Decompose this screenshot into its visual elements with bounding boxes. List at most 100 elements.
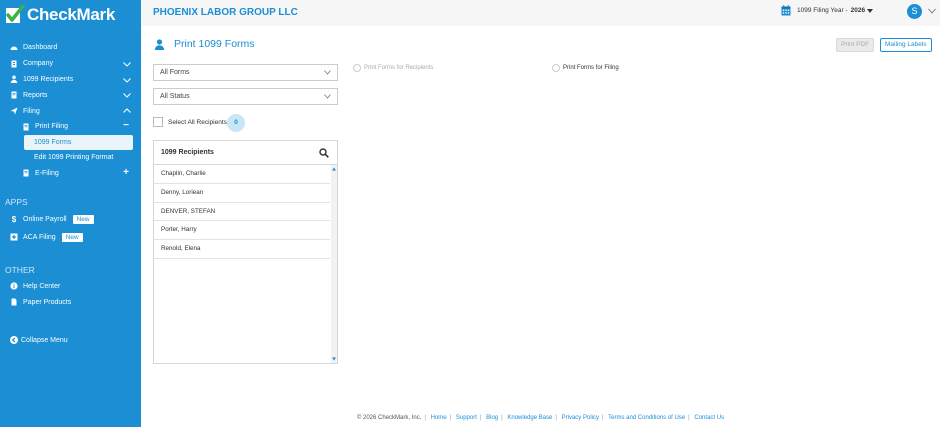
sidebar-item-label: Paper Products	[23, 298, 72, 306]
footer-link-home[interactable]: Home	[431, 415, 447, 421]
form-type-select[interactable]: All Forms	[153, 64, 338, 81]
select-all-checkbox[interactable]	[153, 117, 163, 127]
footer-link-knowledge-base[interactable]: Knowledge Base	[507, 415, 552, 421]
document-icon	[22, 123, 30, 131]
calendar-icon	[781, 5, 791, 16]
sidebar-item-label: ACA Filing	[23, 233, 56, 241]
sidebar-item-company[interactable]: Company	[0, 56, 141, 72]
top-header: PHOENIX LABOR GROUP LLC 1099 Filing Year…	[141, 0, 940, 26]
mailing-labels-button[interactable]: Mailing Labels	[880, 38, 932, 52]
sidebar-item-aca-filing[interactable]: ACA Filing New	[0, 228, 141, 246]
copyright: © 2026 CheckMark, Inc.	[356, 415, 422, 421]
sidebar-item-help-center[interactable]: Help Center	[0, 278, 141, 294]
recipients-header: 1099 Recipients	[154, 141, 337, 165]
sidebar-item-label: Print Filing	[35, 123, 69, 131]
company-name[interactable]: PHOENIX LABOR GROUP LLC	[153, 7, 298, 18]
footer-link-contact[interactable]: Contact Us	[694, 415, 724, 421]
sidebar-item-label: Edit 1099 Printing Format	[34, 154, 114, 162]
other-section-header: OTHER	[5, 265, 35, 276]
footer-link-support[interactable]: Support	[456, 415, 477, 421]
list-item[interactable]: Chaplin, Charlie	[154, 165, 330, 184]
sidebar: CheckMark Dashboard Company 1099 Recipie…	[0, 0, 141, 427]
page-title: Print 1099 Forms	[154, 38, 255, 50]
radio-label: Print Forms for Recipients	[364, 65, 434, 71]
send-icon	[10, 107, 18, 115]
sidebar-item-label: Online Payroll	[23, 215, 67, 223]
new-badge: New	[61, 232, 83, 242]
radio-label: Print Forms for Filing	[563, 65, 619, 71]
scroll-down-icon[interactable]	[332, 357, 336, 361]
chevron-down-icon[interactable]	[123, 76, 131, 84]
sidebar-item-label: Reports	[23, 91, 48, 99]
collapse-arrow-icon	[10, 336, 18, 344]
status-value: All Status	[160, 93, 190, 100]
recipients-list: Chaplin, Charlie Denny, Loriean DENVER, …	[154, 165, 330, 363]
radio-button[interactable]	[353, 64, 361, 72]
recipients-header-label: 1099 Recipients	[161, 149, 214, 156]
select-all-label: Select All Recipients	[168, 118, 227, 126]
person-icon	[154, 38, 165, 50]
footer-link-terms[interactable]: Terms and Conditions of Use	[608, 415, 685, 421]
chevron-down-icon	[324, 70, 331, 75]
footer: © 2026 CheckMark, Inc. | Home | Support | B…	[356, 415, 725, 421]
sidebar-item-online-payroll[interactable]: $ Online Payroll New	[0, 210, 141, 228]
apps-section-header: APPS	[5, 197, 28, 208]
file-icon	[10, 298, 18, 306]
sidebar-item-paper-products[interactable]: Paper Products	[0, 294, 141, 310]
chevron-down-icon[interactable]	[928, 8, 936, 14]
footer-link-privacy-policy[interactable]: Privacy Policy	[562, 415, 599, 421]
person-icon	[10, 75, 18, 84]
list-item[interactable]: Renold, Elena	[154, 240, 330, 259]
building-icon	[10, 60, 18, 68]
document-icon	[10, 91, 18, 99]
dashboard-icon	[10, 44, 18, 52]
search-icon[interactable]	[319, 148, 329, 158]
sidebar-item-reports[interactable]: Reports	[0, 87, 141, 103]
form-type-value: All Forms	[160, 69, 190, 76]
list-item[interactable]: Porter, Harry	[154, 221, 330, 241]
filing-year-selector[interactable]: 1099 Filing Year - 2026	[781, 5, 874, 16]
selected-count-badge: 0	[227, 114, 245, 132]
radio-print-for-recipients[interactable]: Print Forms for Recipients	[353, 64, 433, 72]
sidebar-item-dashboard[interactable]: Dashboard	[0, 40, 141, 56]
page-title-text: Print 1099 Forms	[174, 38, 255, 50]
sidebar-item-label: Filing	[23, 107, 40, 115]
avatar[interactable]: S	[907, 4, 922, 19]
select-all-row[interactable]: Select All Recipients	[153, 117, 227, 127]
status-select[interactable]: All Status	[153, 88, 338, 105]
main-content: Print 1099 Forms Print PDF Mailing Label…	[141, 26, 940, 427]
scroll-up-icon[interactable]	[332, 167, 336, 171]
sidebar-item-print-filing[interactable]: Print Filing −	[0, 119, 141, 135]
list-item[interactable]: Denny, Loriean	[154, 184, 330, 203]
sidebar-item-e-filing[interactable]: E-Filing +	[0, 166, 141, 182]
document-icon	[22, 169, 30, 177]
plus-icon[interactable]: +	[123, 167, 129, 178]
checkmark-logo-icon	[5, 4, 25, 25]
new-badge: New	[72, 214, 94, 224]
logo[interactable]: CheckMark	[0, 0, 141, 30]
sidebar-item-label: 1099 Recipients	[23, 75, 74, 83]
list-item[interactable]: DENVER, STEFAN	[154, 203, 330, 222]
sidebar-item-label: Help Center	[23, 282, 61, 290]
sidebar-item-label: E-Filing	[35, 169, 59, 177]
radio-button[interactable]	[552, 64, 560, 72]
chevron-down-icon[interactable]	[123, 60, 131, 68]
scrollbar[interactable]	[331, 165, 337, 363]
chevron-up-icon[interactable]	[123, 107, 131, 115]
sidebar-item-label: 1099 Forms	[34, 138, 72, 146]
logo-text: CheckMark	[27, 5, 116, 24]
recipients-panel: 1099 Recipients Chaplin, Charlie Denny, …	[153, 140, 338, 364]
sidebar-item-recipients[interactable]: 1099 Recipients	[0, 72, 141, 88]
filing-year-value: 2026	[850, 7, 866, 14]
sidebar-item-filing[interactable]: Filing	[0, 103, 141, 119]
footer-link-blog[interactable]: Blog	[486, 415, 498, 421]
radio-print-for-filing[interactable]: Print Forms for Filing	[552, 64, 619, 72]
collapse-menu-button[interactable]: Collapse Menu	[10, 336, 68, 344]
chevron-down-icon[interactable]	[123, 91, 131, 99]
sidebar-item-edit-printing-format[interactable]: Edit 1099 Printing Format	[0, 150, 141, 166]
filing-year-label: 1099 Filing Year -	[797, 7, 848, 14]
print-pdf-button[interactable]: Print PDF	[836, 38, 875, 52]
sidebar-item-1099-forms[interactable]: 1099 Forms	[24, 134, 133, 150]
minus-icon[interactable]: −	[123, 120, 129, 131]
plus-square-icon	[10, 233, 18, 241]
